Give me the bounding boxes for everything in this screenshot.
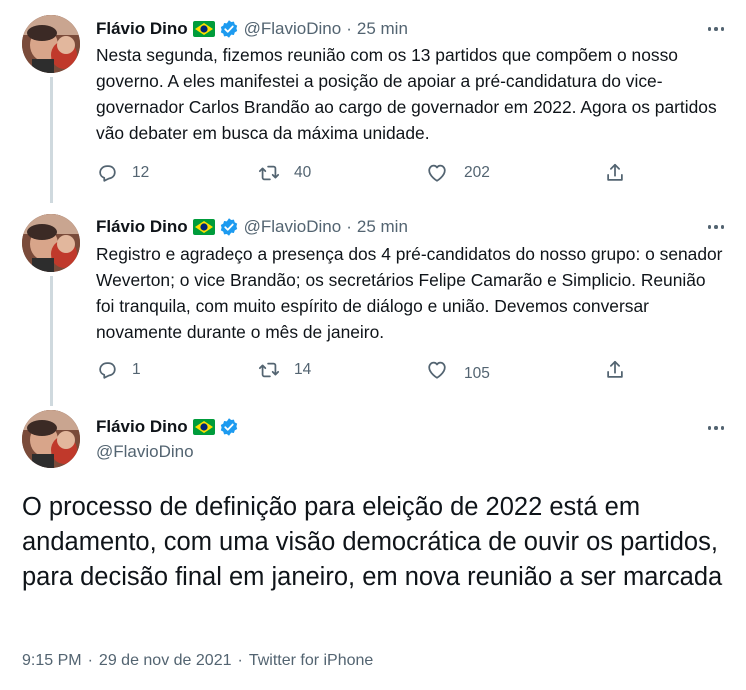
more-options-icon[interactable]	[704, 19, 728, 39]
tweet-header: Flávio Dino @FlavioDino · 25 min	[96, 17, 408, 41]
share-button[interactable]	[604, 160, 626, 186]
avatar[interactable]	[22, 214, 80, 272]
tweet-time[interactable]: 25 min	[357, 19, 408, 39]
retweet-button[interactable]: 14	[258, 357, 311, 383]
author-name[interactable]: Flávio Dino	[96, 417, 188, 437]
avatar-photo	[22, 214, 80, 272]
separator: ·	[346, 19, 352, 38]
like-button[interactable]: 105	[426, 357, 490, 383]
retweet-icon	[258, 362, 280, 378]
separator: ·	[346, 217, 352, 236]
reply-button[interactable]: 12	[96, 160, 149, 186]
share-icon	[607, 163, 623, 181]
separator: ·	[237, 652, 243, 669]
heart-icon	[428, 164, 446, 182]
brazil-flag-icon	[192, 419, 215, 435]
heart-icon	[428, 361, 446, 379]
more-options-icon[interactable]	[704, 217, 728, 237]
tweet-text: Registro e agradeço a presença dos 4 pré…	[96, 244, 723, 342]
avatar[interactable]	[22, 410, 80, 468]
verified-badge-icon	[220, 218, 237, 236]
reply-count: 12	[132, 164, 150, 181]
thread-line	[50, 276, 53, 406]
author-name[interactable]: Flávio Dino	[96, 217, 188, 237]
author-handle[interactable]: @FlavioDino	[244, 19, 342, 39]
tweet-date[interactable]: 29 de nov de 2021	[99, 652, 232, 669]
tweet-metadata: 9:15 PM · 29 de nov de 2021 · Twitter for iP…	[22, 652, 373, 670]
brazil-flag-icon	[192, 21, 215, 37]
retweet-count: 14	[294, 361, 312, 378]
share-icon	[607, 360, 623, 378]
tweet-source[interactable]: Twitter for iPhone	[249, 652, 374, 669]
tweet-actions: 12 40 202	[96, 160, 636, 186]
retweet-icon	[258, 165, 280, 181]
verified-badge-icon	[220, 20, 237, 38]
more-options-icon[interactable]	[704, 418, 728, 438]
avatar-photo	[22, 15, 80, 73]
like-button[interactable]: 202	[426, 160, 490, 186]
tweet-1[interactable]: Flávio Dino @FlavioDino · 25 min Nesta s…	[0, 0, 746, 203]
share-button[interactable]	[604, 357, 626, 383]
avatar-photo	[22, 410, 80, 468]
like-count: 202	[464, 164, 490, 181]
retweet-button[interactable]: 40	[258, 160, 311, 186]
author-name[interactable]: Flávio Dino	[96, 19, 188, 39]
tweet-header: Flávio Dino @FlavioDino · 25 min	[96, 215, 408, 239]
main-tweet-text: O processo de definição para eleição de …	[22, 493, 723, 591]
main-tweet-author: Flávio Dino	[96, 414, 239, 440]
like-count: 105	[464, 365, 490, 382]
author-handle[interactable]: @FlavioDino	[244, 217, 342, 237]
reply-icon	[99, 362, 116, 379]
reply-count: 1	[132, 361, 141, 378]
separator: ·	[87, 652, 93, 669]
avatar[interactable]	[22, 15, 80, 73]
verified-badge-icon	[220, 418, 237, 436]
author-handle[interactable]: @FlavioDino	[96, 442, 194, 462]
tweet-time[interactable]: 25 min	[357, 217, 408, 237]
brazil-flag-icon	[192, 219, 215, 235]
tweet-text: Nesta segunda, fizemos reunião com os 13…	[96, 45, 717, 143]
reply-button[interactable]: 1	[96, 357, 141, 383]
tweet-2[interactable]: Flávio Dino @FlavioDino · 25 min Registr…	[0, 200, 746, 406]
tweet-time[interactable]: 9:15 PM	[22, 652, 82, 669]
retweet-count: 40	[294, 164, 312, 181]
reply-icon	[99, 165, 116, 182]
thread-line	[50, 77, 53, 203]
tweet-actions: 1 14 105	[96, 357, 636, 383]
